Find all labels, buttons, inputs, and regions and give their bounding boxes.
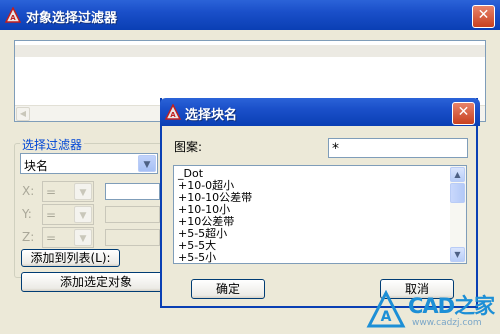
chevron-down-icon[interactable]: ▼ (74, 206, 92, 223)
x-label: X: (22, 184, 35, 198)
z-operator-value: = (46, 231, 57, 245)
svg-text:A: A (381, 309, 392, 325)
chevron-down-icon[interactable]: ▼ (74, 229, 92, 246)
autocad-logo-icon: A (165, 104, 181, 120)
ok-label: 确定 (215, 282, 240, 296)
filter-type-value: 块名 (24, 159, 49, 173)
chevron-down-icon[interactable]: ▼ (138, 155, 156, 172)
block-close-button[interactable]: ✕ (452, 102, 475, 125)
filter-list-header (15, 45, 485, 57)
svg-text:A: A (170, 111, 176, 119)
add-to-list-label: 添加到列表(L): (30, 251, 111, 265)
block-dialog-title: 选择块名 (185, 108, 238, 123)
ok-button[interactable]: 确定 (191, 279, 265, 299)
block-name-items: _Dot +10-0超小 +10-10公差带 +10-10小 +10公差带 +5-5超小 +… (178, 168, 448, 264)
y-value-field[interactable] (105, 206, 160, 223)
block-dialog-titlebar: A 选择块名 ✕ (160, 98, 480, 126)
filter-group-label: 选择过滤器 (20, 136, 85, 153)
autocad-logo-icon: A (5, 7, 21, 23)
watermark-brand: CAD之家 (408, 294, 495, 318)
x-operator-select[interactable]: = ▼ (42, 181, 94, 202)
list-item[interactable]: +5-5小 (178, 252, 448, 264)
z-operator-select[interactable]: = ▼ (42, 227, 94, 248)
watermark-url: www.cadzj.com (412, 318, 482, 328)
y-label: Y: (22, 207, 32, 221)
add-selected-label: 添加选定对象 (59, 275, 132, 289)
cad-home-logo-icon: A (366, 290, 406, 328)
x-value-field[interactable] (105, 183, 160, 200)
y-operator-select[interactable]: = ▼ (42, 204, 94, 225)
scroll-up-icon[interactable]: ▲ (450, 167, 465, 182)
block-list-vscrollbar[interactable]: ▲ ▼ (450, 166, 466, 263)
svg-text:A: A (10, 14, 16, 22)
z-label: Z: (22, 230, 35, 244)
select-block-name-dialog: A 选择块名 ✕ 图案: * _Dot +10-0超小 +10-10公差带 +10-1… (160, 98, 480, 308)
add-selected-button[interactable]: 添加选定对象 (21, 272, 171, 292)
add-to-list-button[interactable]: 添加到列表(L): (21, 249, 120, 267)
pattern-label: 图案: (174, 140, 203, 154)
close-icon: ✕ (477, 7, 490, 23)
list-item[interactable]: +5-5大 (178, 240, 448, 252)
scroll-left-icon[interactable]: ◀ (16, 107, 30, 121)
block-name-list[interactable]: _Dot +10-0超小 +10-10公差带 +10-10小 +10公差带 +5-5超小 +… (173, 165, 467, 264)
main-dialog-title: 对象选择过滤器 (26, 11, 118, 26)
scroll-down-icon[interactable]: ▼ (450, 247, 465, 262)
pattern-input[interactable]: * (328, 138, 468, 158)
cadzj-watermark: A CAD之家 www.cadzj.com (366, 286, 498, 332)
close-icon: ✕ (457, 104, 470, 120)
main-titlebar: A 对象选择过滤器 ✕ (0, 0, 500, 30)
filter-type-select[interactable]: 块名 ▼ (20, 153, 158, 174)
chevron-down-icon[interactable]: ▼ (74, 183, 92, 200)
main-close-button[interactable]: ✕ (472, 5, 495, 28)
x-operator-value: = (46, 185, 57, 199)
y-operator-value: = (46, 208, 57, 222)
pattern-value: * (332, 141, 339, 157)
scroll-thumb[interactable] (450, 183, 465, 203)
z-value-field[interactable] (105, 229, 160, 246)
list-item[interactable]: +5-5超小 (178, 228, 448, 240)
